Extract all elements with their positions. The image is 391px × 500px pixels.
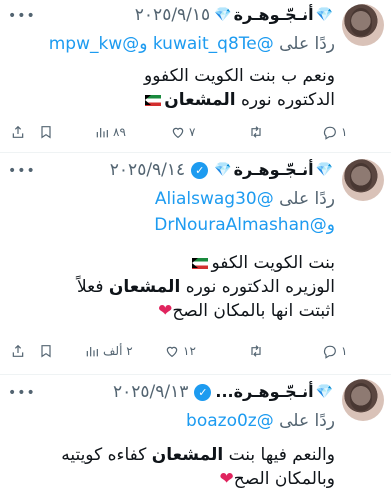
reply-handle[interactable]: @Alialswag30	[155, 189, 274, 209]
reply-context: ردًا على @kuwait_q8Te و@mpw_kw	[49, 34, 335, 54]
gem-icon: 💎	[315, 162, 333, 178]
tweet-text-span: فعلاً	[76, 277, 104, 297]
tweet-1[interactable]: 💎 أنـجّـوهـرة 💎 ٢٠٢٥/٩/١٥ ••• ردًا على @…	[0, 0, 391, 150]
more-icon[interactable]: •••	[8, 8, 36, 24]
bookmark-action[interactable]	[38, 343, 54, 359]
reply-handle[interactable]: @boazo0z	[186, 411, 274, 431]
tweet-actions: ١ ٧ ٨٩	[0, 124, 391, 144]
reply-handle[interactable]: @DrNouraAlmashan	[154, 215, 327, 235]
tweet-actions: ١ ١٢ ٢ ألف	[0, 343, 391, 363]
reply-icon	[323, 126, 336, 140]
retweet-action[interactable]	[248, 343, 267, 359]
tweet-text: ونعم ب بنت الكويت الكفوو الدكتوره نوره ا…	[142, 64, 335, 112]
tweet-date[interactable]: ٢٠٢٥/٩/١٤	[110, 159, 185, 181]
tweet-header: 💎 أنـجّـوهـرة 💎 ٢٠٢٥/٩/١٥	[135, 4, 335, 26]
tweet-text-bold: المشعان	[151, 445, 224, 465]
tweet-text-span: والنعم فيها بنت	[228, 445, 335, 465]
views-action[interactable]: ٢ ألف	[84, 343, 133, 359]
display-name[interactable]: أنـجّـوهـرة	[234, 159, 314, 181]
kuwait-flag-icon	[192, 257, 209, 269]
tweet-text-bold: المشعان	[108, 277, 181, 297]
share-icon	[12, 125, 24, 138]
retweet-action[interactable]	[248, 124, 267, 140]
tweet-text-line: والنعم فيها بنت المشعان كفاءه كويتيه	[61, 443, 335, 467]
tweet-text-span: اثبتت انها بالمكان الصح	[172, 301, 335, 321]
gem-icon: 💎	[214, 7, 232, 23]
reply-action[interactable]: ١	[322, 343, 347, 359]
reply-count: ١	[341, 344, 348, 358]
tweet-text-line: اثبتت انها بالمكان الصح❤	[77, 299, 335, 323]
tweet-text-line: بنت الكويت الكفو	[77, 251, 335, 275]
tweet-date[interactable]: ٢٠٢٥/٩/١٣	[113, 381, 188, 403]
tweet-2[interactable]: 💎 أنـجّـوهـرة 💎 ✓ ٢٠٢٥/٩/١٤ ••• ردًا على…	[0, 153, 391, 373]
retweet-icon	[251, 126, 261, 138]
more-icon[interactable]: •••	[8, 163, 36, 179]
reply-handle[interactable]: @mpw_kw	[49, 34, 140, 54]
reply-and: و	[326, 215, 335, 235]
gem-icon: 💎	[214, 162, 232, 178]
share-action[interactable]	[10, 124, 26, 140]
tweet-date[interactable]: ٢٠٢٥/٩/١٥	[135, 4, 210, 26]
heart-emoji-icon: ❤	[158, 301, 173, 321]
share-icon	[12, 344, 24, 357]
views-count: ٨٩	[113, 125, 126, 139]
bookmark-icon	[41, 126, 51, 139]
like-action[interactable]: ١٢	[164, 343, 196, 359]
tweet-header: 💎 أنـجّـوهـرة... ✓ ٢٠٢٥/٩/١٣	[113, 381, 335, 403]
tweet-text: والنعم فيها بنت المشعان كفاءه كويتيه وبا…	[61, 443, 335, 491]
reply-context: ردًا على @boazo0z	[186, 411, 335, 431]
reply-action[interactable]: ١	[322, 124, 347, 140]
reply-prefix: ردًا على	[279, 189, 335, 209]
tweet-text: بنت الكويت الكفو الوزيره الدكتوره نوره ا…	[77, 251, 335, 323]
like-count: ١٢	[183, 344, 196, 358]
reply-prefix: ردًا على	[279, 34, 335, 54]
like-count: ٧	[189, 125, 196, 139]
tweet-3[interactable]: 💎 أنـجّـوهـرة... ✓ ٢٠٢٥/٩/١٣ ••• ردًا عل…	[0, 375, 391, 500]
tweet-text-line: الدكتوره نوره المشعان	[142, 88, 335, 112]
views-icon	[86, 347, 98, 357]
verified-badge-icon: ✓	[194, 383, 212, 401]
heart-emoji-icon: ❤	[219, 469, 234, 489]
reply-and: و	[139, 34, 148, 54]
tweet-text-line: ونعم ب بنت الكويت الكفوو	[143, 66, 335, 86]
reply-context: ردًا على @Alialswag30	[155, 189, 335, 209]
bookmark-icon	[41, 345, 51, 358]
tweet-text-span: الدكتوره نوره	[241, 90, 335, 110]
reply-prefix: ردًا على	[279, 411, 335, 431]
more-icon[interactable]: •••	[8, 385, 36, 401]
verified-badge-icon: ✓	[191, 161, 209, 179]
kuwait-flag-icon	[145, 94, 162, 106]
share-action[interactable]	[10, 343, 26, 359]
views-action[interactable]: ٨٩	[94, 124, 126, 140]
tweet-text-bold: المشعان	[164, 90, 236, 110]
avatar[interactable]	[342, 379, 384, 421]
views-count: ٢ ألف	[103, 344, 133, 358]
avatar[interactable]	[342, 4, 384, 46]
tweet-text-span: الوزيره الدكتوره نوره	[185, 277, 335, 297]
like-icon	[166, 346, 178, 358]
like-icon	[172, 127, 184, 139]
reply-context-line2: و@DrNouraAlmashan	[154, 215, 335, 235]
display-name[interactable]: أنـجّـوهـرة	[234, 4, 314, 26]
like-action[interactable]: ٧	[170, 124, 195, 140]
bookmark-action[interactable]	[38, 124, 54, 140]
tweet-text-line: الوزيره الدكتوره نوره المشعان فعلاً	[77, 275, 335, 299]
views-icon	[96, 128, 108, 138]
tweet-header: 💎 أنـجّـوهـرة 💎 ✓ ٢٠٢٥/٩/١٤	[110, 159, 335, 181]
retweet-icon	[251, 345, 261, 357]
gem-icon: 💎	[315, 7, 333, 23]
reply-handle[interactable]: @kuwait_q8Te	[153, 34, 274, 54]
tweet-text-span: وبالمكان الصح	[233, 469, 335, 489]
reply-icon	[323, 345, 336, 359]
display-name[interactable]: أنـجّـوهـرة...	[215, 381, 313, 403]
tweet-text-span: بنت الكويت الكفو	[211, 253, 335, 273]
gem-icon: 💎	[315, 384, 333, 400]
tweet-text-line: وبالمكان الصح❤	[61, 467, 335, 491]
tweet-text-span: كفاءه كويتيه	[61, 445, 147, 465]
reply-count: ١	[341, 125, 348, 139]
avatar[interactable]	[342, 159, 384, 201]
